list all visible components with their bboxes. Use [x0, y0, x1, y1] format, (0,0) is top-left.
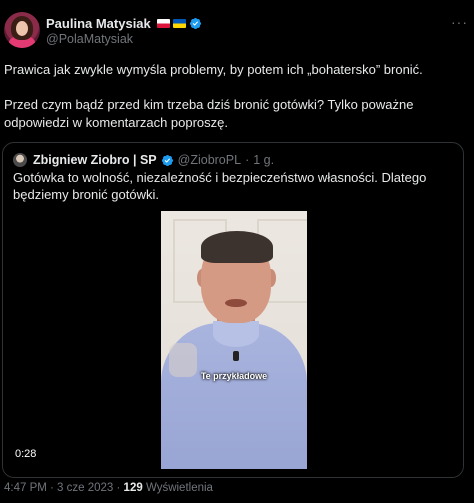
author-avatar[interactable]	[4, 12, 40, 48]
tweet-timestamp[interactable]: 4:47 PM · 3 cze 2023 ·	[4, 482, 120, 494]
tweet-footer: 4:47 PM · 3 cze 2023 · 129 Wyświetlenia	[4, 482, 213, 494]
tweet-text: Prawica jak zwykle wymyśla problemy, by …	[4, 61, 466, 132]
video-subtitle: Te przykładowe	[200, 371, 268, 381]
quoted-separator: ·	[245, 153, 250, 167]
poland-flag-icon	[156, 18, 170, 28]
quoted-tweet-header: Zbigniew Ziobro | SP @ZiobroPL · 1 g.	[13, 152, 274, 168]
tweet-paragraph-2: Przed czym bądź przed kim trzeba dziś br…	[4, 97, 414, 130]
tweet-paragraph-1: Prawica jak zwykle wymyśla problemy, by …	[4, 62, 423, 77]
tweet-header: Paulina Matysiak @PolaMatysiak ···	[4, 12, 470, 52]
author-display-name[interactable]: Paulina Matysiak	[46, 16, 151, 31]
views-label: Wyświetlenia	[145, 482, 213, 494]
more-options-button[interactable]: ···	[451, 14, 468, 30]
video-timecode: 0:28	[11, 447, 41, 461]
author-name-row: Paulina Matysiak	[46, 15, 202, 31]
video-frame[interactable]: Te przykładowe	[161, 211, 307, 469]
quoted-timestamp[interactable]: 1 g.	[253, 153, 274, 167]
author-handle[interactable]: @PolaMatysiak	[46, 32, 133, 46]
views-count: 129	[123, 482, 143, 494]
quoted-tweet-text: Gotówka to wolność, niezależność i bezpi…	[13, 170, 427, 202]
quoted-video-player[interactable]: Te przykładowe 0:28	[3, 209, 463, 477]
quoted-tweet-card[interactable]: Zbigniew Ziobro | SP @ZiobroPL · 1 g. Go…	[2, 142, 464, 478]
quoted-verified-badge-icon	[161, 154, 173, 166]
ukraine-flag-icon	[172, 18, 186, 28]
quoted-author-avatar[interactable]	[13, 153, 27, 167]
verified-badge-icon[interactable]	[189, 17, 202, 30]
quoted-author-display-name[interactable]: Zbigniew Ziobro | SP	[33, 153, 157, 167]
tweet: Paulina Matysiak @PolaMatysiak ··· Prawi…	[0, 0, 474, 503]
quoted-author-handle[interactable]: @ZiobroPL	[178, 153, 241, 167]
